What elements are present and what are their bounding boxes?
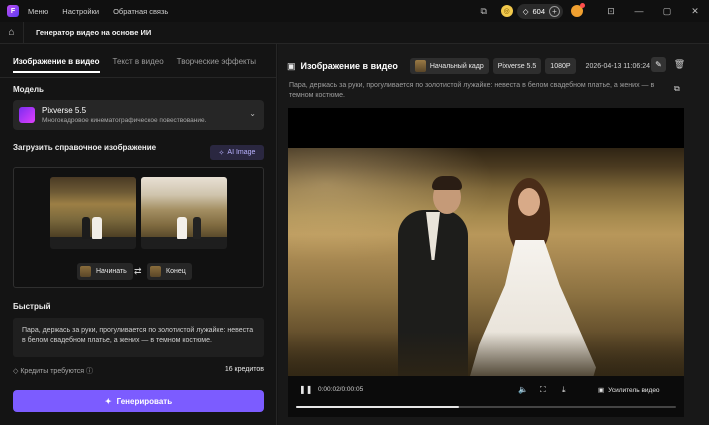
start-frame-thumbnail[interactable] [50, 177, 136, 249]
close-icon[interactable]: ✕ [681, 6, 709, 17]
sparkle-icon: ✦ [104, 396, 112, 406]
diamond-icon: ◇ [13, 368, 19, 375]
upload-label: Загрузить справочное изображение [13, 143, 157, 152]
pixverse-icon [19, 107, 35, 123]
diamond-icon: ◇ [522, 6, 529, 16]
player-controls: ❚❚ 0:00:02/0:00:05 🔈 ⛶ ⤓ ▣ Усилитель вид… [288, 376, 684, 417]
start-frame-mini-icon [80, 266, 91, 277]
progress-fill [296, 406, 460, 408]
start-frame-pill[interactable]: Начинать [77, 263, 133, 280]
info-icon[interactable]: ⓘ [86, 368, 93, 375]
end-frame-thumbnail[interactable] [141, 177, 227, 249]
page-title: Генератор видео на основе ИИ [36, 28, 152, 37]
groom-figure [193, 217, 201, 239]
bride-figure [177, 217, 187, 239]
result-title: Изображение в видео [300, 61, 398, 71]
credits-cost: 16 кредитов [224, 366, 264, 373]
tasks-icon[interactable]: ⧉ [473, 0, 495, 22]
tab-creative-effects[interactable]: Творческие эффекты [177, 57, 256, 73]
progress-bar[interactable] [296, 406, 676, 408]
end-frame-mini-icon [150, 266, 161, 277]
tabs-divider [0, 77, 277, 78]
result-prompt: Пара, держась за руки, прогуливается по … [289, 82, 655, 99]
trash-icon[interactable]: 🗑 [672, 57, 687, 72]
edit-icon[interactable]: ✎ [651, 57, 666, 72]
swap-icon[interactable]: ⇄ [134, 266, 142, 277]
credits-required: ◇ Кредиты требуются ⓘ [13, 368, 93, 375]
enhance-icon: ▣ [598, 387, 605, 394]
video-frame [288, 148, 684, 376]
maximize-icon[interactable]: ▢ [653, 6, 681, 17]
model-description: Многокадровое кинематографическое повест… [42, 117, 207, 124]
download-icon[interactable]: ⤓ [562, 385, 566, 395]
bride-figure [92, 217, 102, 239]
image-icon: ▣ [287, 60, 296, 71]
menu-main[interactable]: Меню [28, 7, 48, 16]
video-player[interactable]: ❚❚ 0:00:02/0:00:05 🔈 ⛶ ⤓ ▣ Усилитель вид… [288, 108, 684, 417]
mode-tabs: Изображение в видео Текст в видео Творче… [13, 57, 256, 73]
model-name: Pixverse 5.5 [42, 106, 87, 115]
credits-row: ◇ Кредиты требуются ⓘ 16 кредитов [13, 366, 264, 376]
settings-panel: Изображение в видео Текст в видео Творче… [0, 44, 277, 425]
preview-panel: ▣ Изображение в видео Начальный кадр Pix… [278, 44, 709, 425]
end-frame-label: Конец [166, 268, 186, 275]
tab-text-to-video[interactable]: Текст в видео [113, 57, 164, 73]
created-date: 2026-04-13 11:06:24 [585, 62, 651, 70]
model-chip: Pixverse 5.5 [492, 58, 542, 74]
start-frame-chip: Начальный кадр [409, 58, 489, 74]
playback-time: 0:00:02/0:00:05 [318, 386, 364, 393]
coin-icon: ◎ [500, 5, 513, 17]
app-logo-icon: F [7, 5, 19, 17]
breadcrumb: ⌂ Генератор видео на основе ИИ [0, 21, 709, 44]
end-frame-pill[interactable]: Конец [147, 263, 192, 280]
ai-image-label: AI Image [227, 149, 256, 156]
credits-count: 604 [532, 6, 545, 16]
layout-icon[interactable]: ⊡ [597, 6, 625, 17]
menu-feedback[interactable]: Обратная связь [113, 7, 168, 16]
result-header: ▣ Изображение в видео Начальный кадр Pix… [287, 58, 692, 74]
groom-figure [82, 217, 90, 239]
video-enhancer-button[interactable]: ▣ Усилитель видео [598, 386, 660, 395]
tab-image-to-video[interactable]: Изображение в видео [13, 57, 100, 73]
fullscreen-icon[interactable]: ⛶ [540, 385, 546, 395]
menu-settings[interactable]: Настройки [62, 7, 99, 16]
ai-image-button[interactable]: ✧ AI Image [210, 145, 264, 160]
generate-button[interactable]: ✦ Генерировать [13, 390, 264, 412]
chevron-down-icon: ⌄ [249, 109, 256, 118]
copy-icon[interactable]: ⧉ [674, 84, 680, 94]
volume-icon[interactable]: 🔈 [518, 385, 528, 394]
prompt-label: Быстрый [13, 302, 51, 311]
title-bar: F Меню Настройки Обратная связь ⧉ ◎ ◇ 60… [0, 0, 709, 22]
generate-label: Генерировать [116, 396, 173, 406]
credits-balance[interactable]: ◇ 604 + [516, 3, 563, 19]
reference-image-area[interactable]: Начинать ⇄ Конец [13, 167, 264, 288]
add-credits-icon[interactable]: + [549, 5, 560, 17]
avatar[interactable] [571, 3, 585, 17]
model-select[interactable]: Pixverse 5.5 Многокадровое кинематографи… [13, 100, 264, 130]
home-icon[interactable]: ⌂ [0, 21, 24, 44]
start-frame-mini-icon [414, 60, 426, 72]
minimize-icon[interactable]: — [625, 6, 653, 16]
start-frame-label: Начинать [96, 268, 127, 275]
prompt-input[interactable]: Пара, держась за руки, прогуливается по … [13, 318, 264, 357]
pause-icon[interactable]: ❚❚ [299, 385, 312, 394]
model-label: Модель [13, 85, 44, 94]
resolution-chip: 1080P [545, 58, 576, 74]
sparkle-icon: ✧ [218, 149, 225, 157]
